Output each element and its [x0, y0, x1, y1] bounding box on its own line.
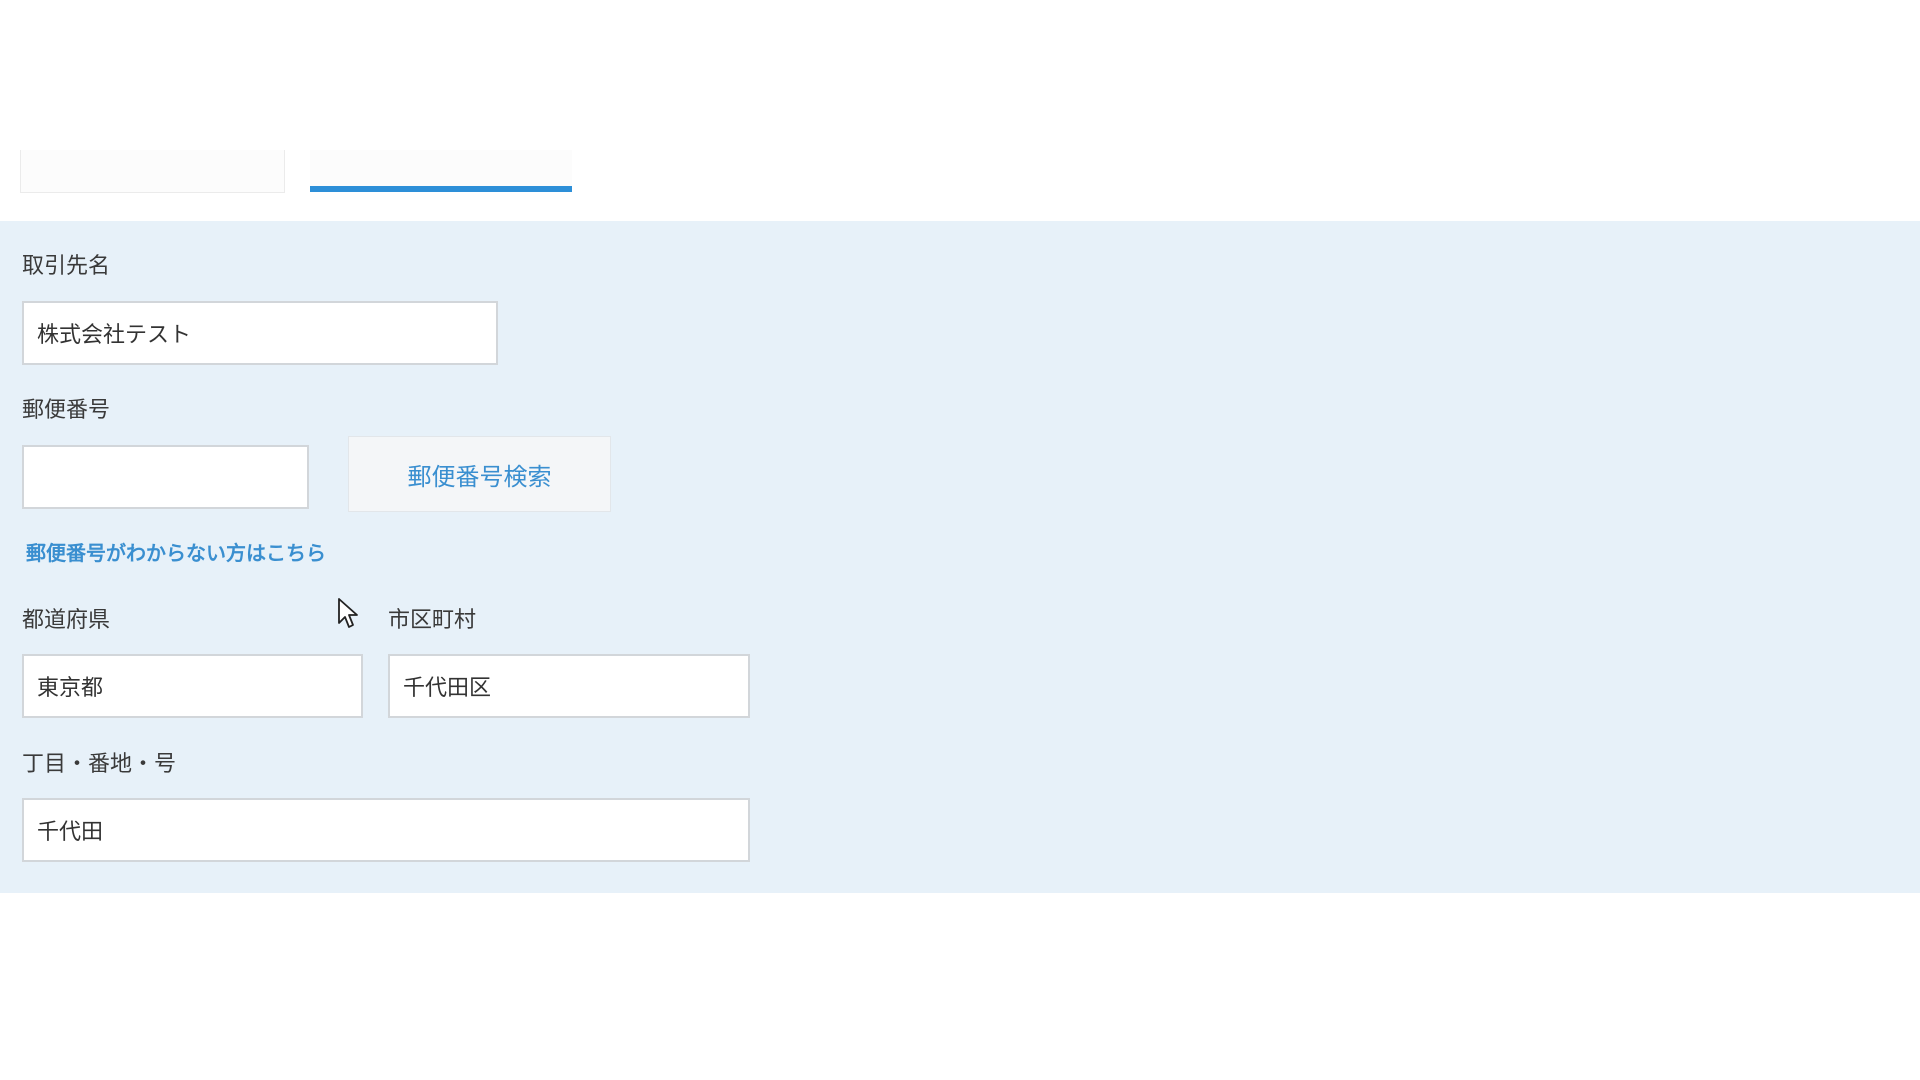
- address-line-label: 丁目・番地・号: [22, 752, 177, 777]
- client-form-panel: 取引先名 郵便番号 郵便番号検索 郵便番号がわからない方はこちら 都道府県 市区…: [0, 221, 1920, 893]
- page: 取引先名 郵便番号 郵便番号検索 郵便番号がわからない方はこちら 都道府県 市区…: [0, 0, 1920, 1080]
- city-label: 市区町村: [388, 608, 477, 633]
- client-name-label: 取引先名: [22, 254, 111, 279]
- postal-code-help-link[interactable]: 郵便番号がわからない方はこちら: [26, 541, 326, 565]
- postal-code-input[interactable]: [22, 445, 309, 509]
- mouse-pointer-icon: [338, 598, 358, 628]
- tab-bar: [0, 0, 1920, 222]
- postal-code-label: 郵便番号: [22, 398, 111, 423]
- tab-active[interactable]: [310, 150, 572, 192]
- tab-inactive[interactable]: [20, 150, 285, 193]
- city-input[interactable]: [388, 654, 750, 718]
- prefecture-label: 都道府県: [22, 608, 111, 633]
- address-line-input[interactable]: [22, 798, 750, 862]
- client-name-input[interactable]: [22, 301, 498, 365]
- prefecture-input[interactable]: [22, 654, 363, 718]
- postal-code-search-button[interactable]: 郵便番号検索: [348, 436, 611, 512]
